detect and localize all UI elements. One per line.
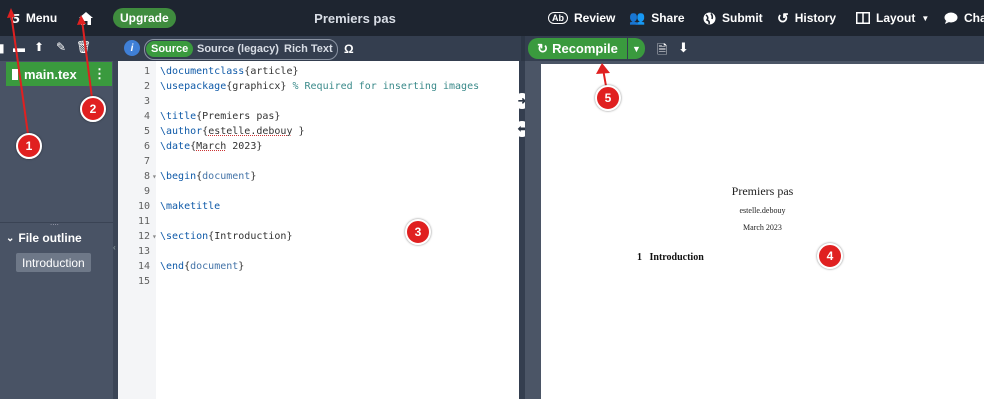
annotation-marker-5: 5 [595, 85, 621, 111]
annotation-marker-3: 3 [405, 219, 431, 245]
annotation-marker-1: 1 [16, 133, 42, 159]
annotation-marker-4: 4 [817, 243, 843, 269]
annotation-marker-2: 2 [80, 96, 106, 122]
annotation-arrows [7, 8, 610, 135]
